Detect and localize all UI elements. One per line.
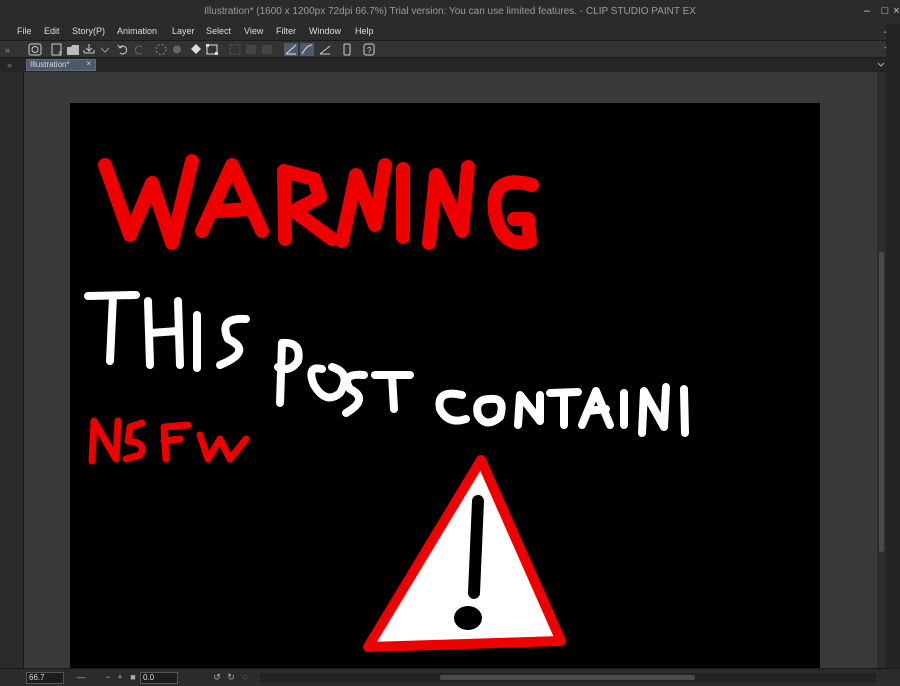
tab-label: Illustration*: [30, 60, 70, 69]
rotate-left-icon[interactable]: ↺: [212, 672, 222, 683]
menu-bar: File Edit Story(P) Animation Layer Selec…: [0, 24, 900, 40]
vertical-scroll-thumb[interactable]: [879, 252, 884, 552]
expand-icon[interactable]: [260, 43, 274, 56]
panel-collapse-icon[interactable]: »: [4, 43, 18, 56]
snap-grid-icon[interactable]: [318, 43, 332, 56]
menu-edit[interactable]: Edit: [44, 26, 60, 36]
rotation-input[interactable]: 0.0: [140, 672, 178, 684]
invert-icon[interactable]: [244, 43, 258, 56]
rotate-right-icon[interactable]: ↻: [226, 672, 236, 683]
fill-icon[interactable]: [170, 43, 184, 56]
menu-view[interactable]: View: [244, 26, 263, 36]
menu-animation[interactable]: Animation: [117, 26, 157, 36]
svg-text:»: »: [7, 60, 12, 70]
paint-bucket-icon[interactable]: [189, 43, 203, 56]
tabs-collapse-icon[interactable]: »: [6, 59, 20, 71]
snap-special-ruler-icon[interactable]: [300, 43, 314, 56]
tabs-dropdown-icon[interactable]: [876, 60, 886, 70]
window-title: Illustration* (1600 x 1200px 72dpi 66.7%…: [204, 6, 696, 17]
status-bar: 66.7 — − + ■ 0.0 ↺ ↻ ◌: [0, 668, 900, 686]
left-panel-edge: [0, 72, 24, 668]
menu-window[interactable]: Window: [309, 26, 341, 36]
vertical-scrollbar[interactable]: [877, 72, 886, 668]
warning-heading: [98, 154, 539, 250]
rotation-slider-icon[interactable]: ■: [128, 672, 138, 683]
menu-help[interactable]: Help: [355, 26, 374, 36]
menu-layer[interactable]: Layer: [172, 26, 195, 36]
help-icon[interactable]: ?: [362, 43, 376, 56]
open-icon[interactable]: [66, 43, 80, 56]
redo-icon[interactable]: [132, 43, 146, 56]
post-contain-text: [84, 291, 689, 437]
zoom-out-icon[interactable]: −: [103, 672, 113, 683]
deselect-icon[interactable]: [228, 43, 242, 56]
menu-file[interactable]: File: [17, 26, 32, 36]
nsfw-label: [88, 417, 250, 465]
svg-text:?: ?: [367, 46, 372, 55]
tab-illustration[interactable]: Illustration* ×: [26, 59, 96, 71]
right-panel-edge: [886, 24, 900, 686]
zoom-in-icon[interactable]: +: [115, 672, 125, 683]
minimize-icon[interactable]: –: [860, 4, 874, 18]
maximize-icon[interactable]: □: [878, 4, 892, 18]
clip-studio-icon[interactable]: [28, 43, 42, 56]
snap-ruler-icon[interactable]: [284, 43, 298, 56]
horizontal-scrollbar[interactable]: [260, 673, 876, 682]
title-bar: Illustration* (1600 x 1200px 72dpi 66.7%…: [0, 0, 900, 24]
clear-icon[interactable]: [154, 43, 168, 56]
new-icon[interactable]: +: [50, 43, 64, 56]
undo-icon[interactable]: [116, 43, 130, 56]
transform-icon[interactable]: [205, 43, 219, 56]
export-icon[interactable]: [98, 43, 112, 56]
zoom-slider[interactable]: —: [66, 672, 96, 683]
menu-select[interactable]: Select: [206, 26, 231, 36]
command-bar: » + ?: [0, 40, 900, 58]
smartphone-icon[interactable]: [340, 43, 354, 56]
canvas[interactable]: [70, 103, 820, 668]
svg-text:+: +: [58, 50, 62, 56]
artwork: [84, 154, 689, 652]
document-tabbar: » Illustration* ×: [0, 58, 900, 72]
warning-triangle-icon: [363, 455, 566, 652]
menu-filter[interactable]: Filter: [276, 26, 296, 36]
tab-close-icon[interactable]: ×: [86, 59, 91, 68]
reset-rotation-icon[interactable]: ◌: [240, 672, 250, 683]
horizontal-scroll-thumb[interactable]: [440, 675, 695, 680]
save-icon[interactable]: [82, 43, 96, 56]
menu-story[interactable]: Story(P): [72, 26, 105, 36]
svg-text:»: »: [5, 45, 10, 55]
close-icon[interactable]: ×: [893, 4, 900, 18]
zoom-input[interactable]: 66.7: [26, 672, 64, 684]
